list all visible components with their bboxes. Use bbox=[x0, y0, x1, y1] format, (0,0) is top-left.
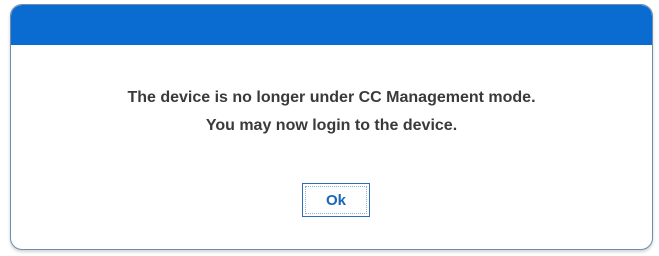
ok-button-label: Ok bbox=[305, 186, 367, 214]
dialog-message-line-1: The device is no longer under CC Managem… bbox=[127, 89, 536, 106]
message-dialog: The device is no longer under CC Managem… bbox=[10, 4, 653, 250]
dialog-title-bar bbox=[11, 5, 652, 45]
ok-button[interactable]: Ok bbox=[302, 183, 370, 217]
dialog-message-line-2: You may now login to the device. bbox=[205, 117, 458, 134]
